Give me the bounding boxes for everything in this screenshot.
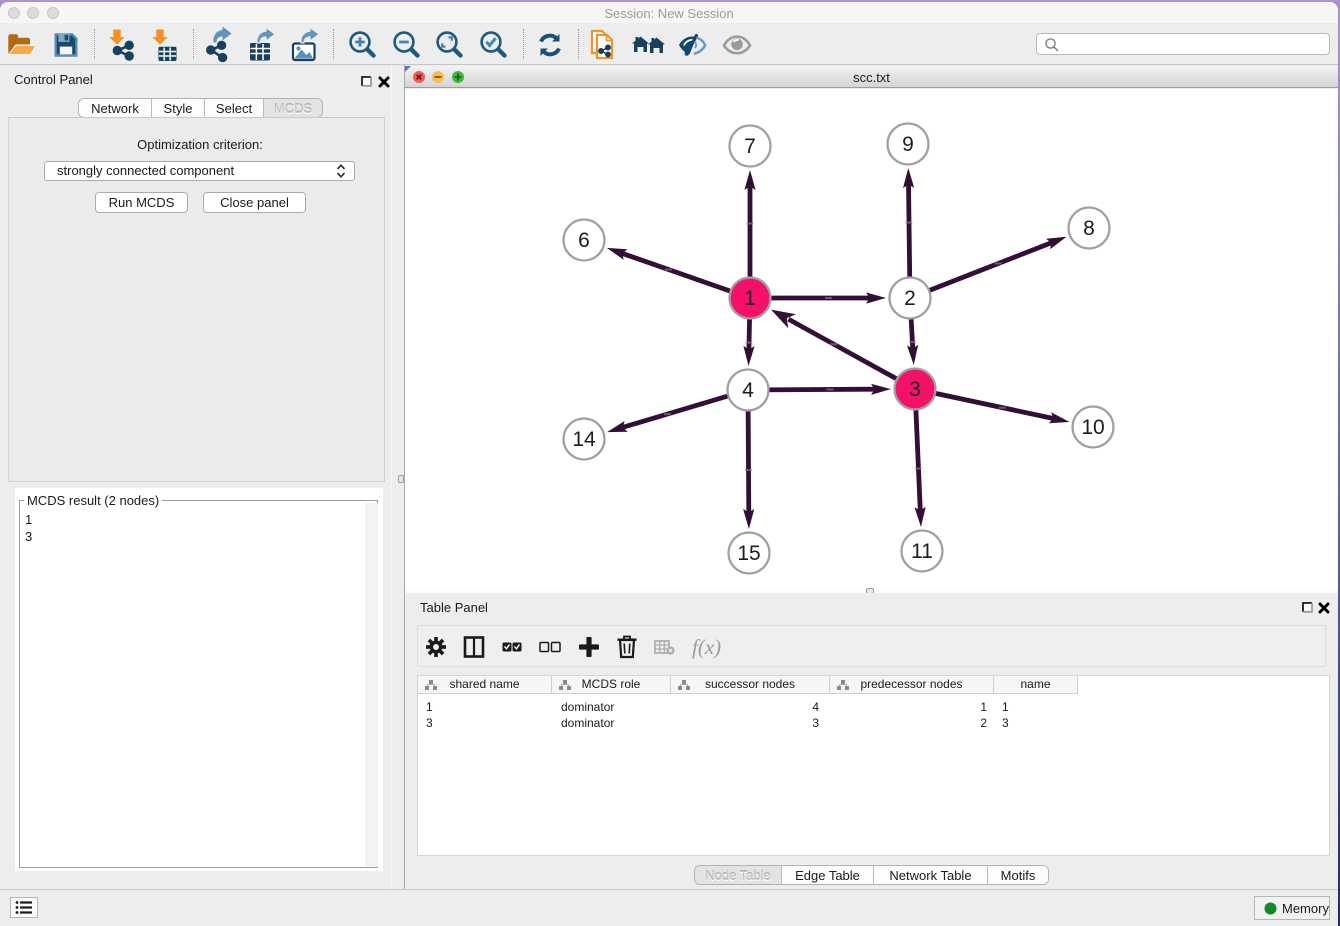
svg-text:15: 15 [737, 542, 760, 565]
svg-text:6: 6 [578, 229, 590, 252]
svg-text:4: 4 [742, 379, 754, 402]
svg-text:3: 3 [909, 378, 921, 401]
svg-text:11: 11 [911, 540, 933, 563]
svg-text:f(x): f(x) [692, 635, 721, 659]
svg-text:14: 14 [572, 428, 596, 451]
svg-text:8: 8 [1083, 217, 1095, 240]
svg-text:9: 9 [902, 133, 914, 156]
svg-text:10: 10 [1081, 416, 1104, 439]
svg-text:2: 2 [904, 287, 916, 310]
svg-text:7: 7 [744, 135, 756, 158]
svg-text:1: 1 [744, 287, 756, 310]
